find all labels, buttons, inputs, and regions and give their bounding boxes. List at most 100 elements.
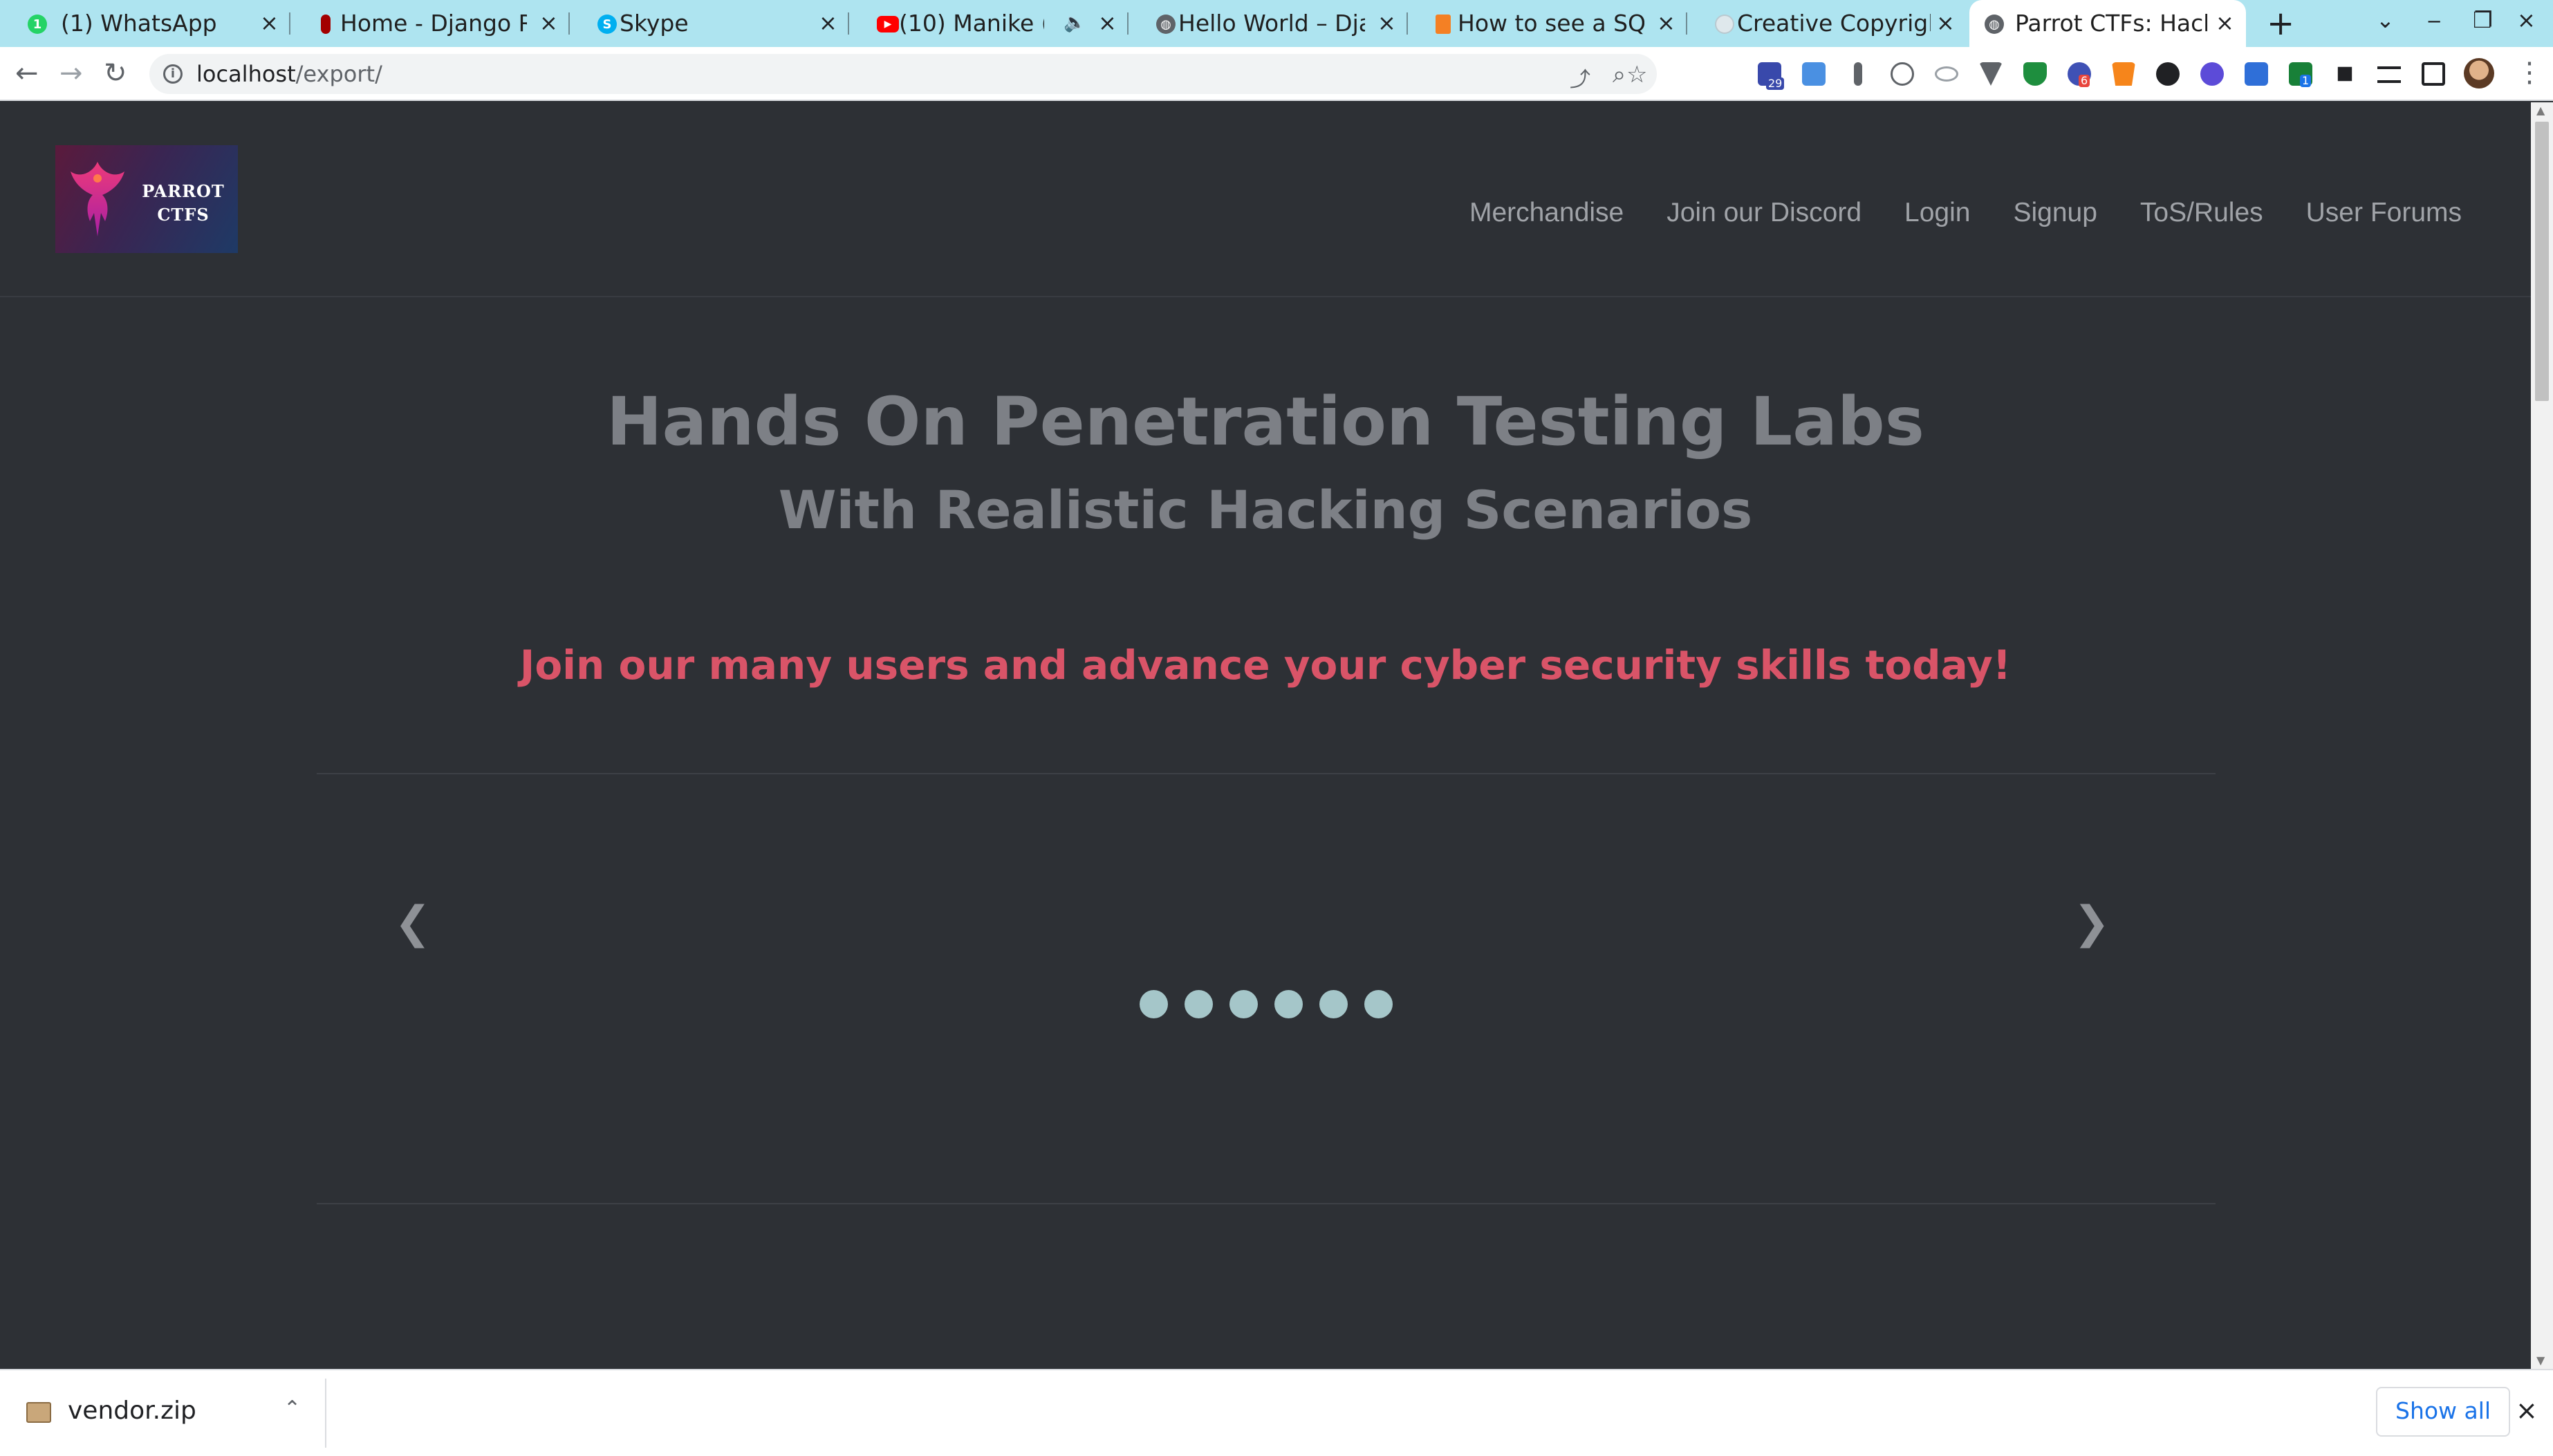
extension-badge: 29 [1766,77,1785,90]
extension-dark-icon[interactable] [2156,62,2180,86]
audio-playing-icon[interactable]: 🔈 [1064,10,1086,35]
carousel-next-button[interactable]: ❯ [2073,897,2110,949]
tab-django-rest[interactable]: Home - Django RE × [290,0,570,47]
nav-tos-rules[interactable]: ToS/Rules [2140,198,2263,228]
hero-tagline: Join our many users and advance your cyb… [519,642,2012,689]
creative-commons-icon [1715,15,1734,34]
close-tab-icon[interactable]: × [1377,10,1396,35]
zoom-icon[interactable]: ⌕ [1613,61,1626,88]
scroll-down-icon[interactable]: ▼ [2536,1354,2545,1367]
page-content: PARROT CTFS Merchandise Join our Discord… [0,102,2531,1369]
side-panel-icon[interactable] [2422,62,2445,86]
youtube-icon: ▶ [877,16,899,32]
extension-vuejs-icon[interactable] [1979,62,2003,86]
close-tab-icon[interactable]: × [1936,10,1955,35]
carousel-dot[interactable] [1229,990,1258,1018]
tab-skype[interactable]: S Skype × [570,0,849,47]
extension-metamask-icon[interactable] [2112,62,2135,86]
carousel-dot[interactable] [1319,990,1348,1018]
extension-circle-icon[interactable] [2200,62,2224,86]
forward-icon[interactable]: → [59,57,83,90]
bookmark-star-icon[interactable]: ☆ [1626,61,1647,88]
tab-parrot-ctfs[interactable]: ◍ Parrot CTFs: Hacki × [1969,0,2246,47]
carousel-dot[interactable] [1185,990,1213,1018]
scroll-up-icon[interactable]: ▲ [2536,104,2545,117]
close-tab-icon[interactable]: × [1657,10,1675,35]
close-tab-icon[interactable]: × [539,10,558,35]
carousel-dot[interactable] [1274,990,1303,1018]
new-tab-button[interactable]: + [2267,4,2294,43]
nav-signup[interactable]: Signup [2013,198,2097,228]
nav-merchandise[interactable]: Merchandise [1469,198,1624,228]
url-host: localhost [196,61,296,87]
browser-menu-icon[interactable]: ⋮ [2516,57,2543,88]
tab-search-icon[interactable]: ⌄ [2376,7,2395,33]
carousel-dot[interactable] [1140,990,1168,1018]
nav-join-discord[interactable]: Join our Discord [1667,198,1862,228]
django-rest-icon [321,15,331,34]
browser-toolbar: ← → ↻ i localhost/export/ ⌕ ⤴ ☆ 29 6 1 ⋮ [0,47,2553,101]
logo-line-2: CTFS [157,205,210,225]
extension-graduation-icon[interactable]: 29 [1758,62,1785,90]
reload-icon[interactable]: ↻ [104,57,127,90]
url-path: /export/ [295,61,382,87]
minimize-icon[interactable]: ‒ [2427,7,2441,33]
profile-avatar[interactable] [2464,58,2494,88]
extension-dj-icon[interactable] [2245,62,2268,86]
extension-badge: 6 [2079,75,2090,87]
tab-title: Parrot CTFs: Hacki [2015,10,2207,37]
close-tab-icon[interactable]: × [819,10,837,35]
carousel-dot[interactable] [1364,990,1393,1018]
show-all-downloads-button[interactable]: Show all [2376,1387,2511,1437]
chevron-up-icon[interactable]: ⌃ [284,1397,301,1421]
tab-sqli[interactable]: How to see a SQLi × [1408,0,1687,47]
site-info-icon[interactable]: i [163,64,183,84]
carousel-prev-button[interactable]: ❮ [394,897,431,949]
extension-recycle-icon[interactable] [1891,62,1914,86]
nav-login[interactable]: Login [1904,198,1970,228]
shelf-divider [325,1379,326,1448]
tab-title: (1) WhatsApp [61,10,217,37]
extension-badge: 1 [2300,75,2312,87]
site-logo[interactable]: PARROT CTFS [55,145,238,253]
share-icon[interactable]: ⤴ [1570,62,1590,93]
tab-hello-world[interactable]: ◍ Hello World – Djan × [1129,0,1408,47]
tab-title: Home - Django RE [340,10,527,37]
reading-list-icon[interactable] [2377,66,2401,83]
close-shelf-icon[interactable]: × [2516,1395,2538,1426]
whatsapp-icon: 1 [28,15,47,34]
zip-file-icon [26,1402,51,1423]
tab-title: Skype [620,10,689,37]
extension-fi-icon[interactable] [1802,62,1826,86]
tab-strip: 1 (1) WhatsApp × Home - Django RE × S Sk… [0,0,2553,47]
extension-shield-icon[interactable] [2023,62,2047,86]
download-file-name[interactable]: vendor.zip [68,1397,196,1425]
extension-sheets-icon[interactable]: 1 [2289,62,2312,87]
extensions-puzzle-icon[interactable] [2337,66,2352,82]
tab-youtube[interactable]: ▶ (10) Manike (Au 🔈 × [849,0,1129,47]
phoenix-logo-icon [71,162,124,236]
url-text[interactable]: localhost/export/ [196,61,382,87]
close-tab-icon[interactable]: × [2216,10,2234,35]
logo-text: PARROT CTFS [138,180,228,227]
tab-creative-copyright[interactable]: Creative Copyright × [1687,0,1967,47]
back-icon[interactable]: ← [15,57,39,90]
scrollbar-thumb[interactable] [2535,122,2549,401]
extension-notification-icon[interactable]: 6 [2068,62,2091,87]
hero-title: Hands On Penetration Testing Labs [606,383,1924,460]
tab-whatsapp[interactable]: 1 (1) WhatsApp × [0,0,290,47]
maximize-icon[interactable]: ❐ [2473,7,2493,33]
extension-eyedropper-icon[interactable] [1854,62,1862,86]
download-shelf: vendor.zip ⌃ Show all × [0,1369,2553,1456]
nav-user-forums[interactable]: User Forums [2306,198,2462,228]
extension-link-icon[interactable] [1935,66,1958,82]
tab-title: Creative Copyright [1737,10,1931,37]
page-scrollbar[interactable]: ▲ ▼ [2531,102,2553,1369]
section-divider [317,1203,2216,1204]
address-bar[interactable]: i localhost/export/ ⌕ ⤴ ☆ [149,54,1657,94]
close-tab-icon[interactable]: × [1098,10,1117,35]
window-close-icon[interactable]: × [2517,7,2536,33]
main-nav: Merchandise Join our Discord Login Signu… [1427,198,2462,228]
close-tab-icon[interactable]: × [260,10,279,35]
globe-icon: ◍ [1156,15,1176,34]
